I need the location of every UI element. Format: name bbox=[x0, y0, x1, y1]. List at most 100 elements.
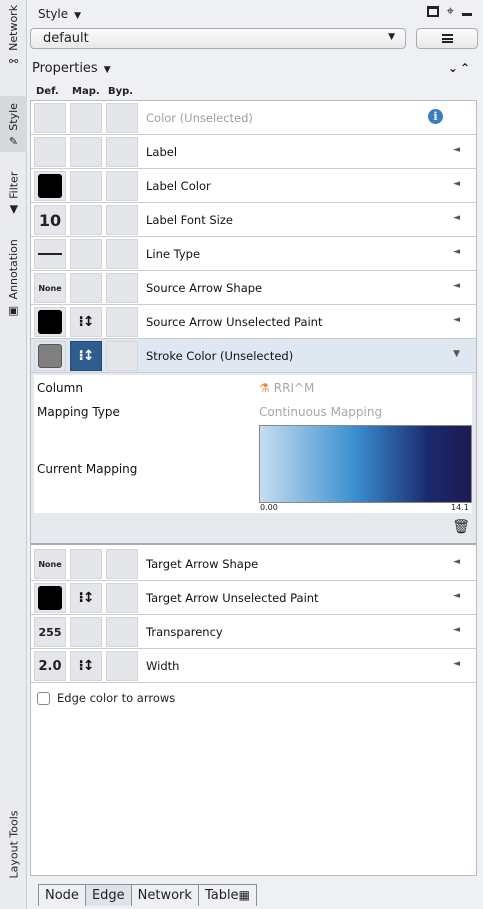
bypass-cell[interactable] bbox=[106, 239, 138, 269]
mapping-cell[interactable] bbox=[70, 239, 102, 269]
mapping-cell[interactable] bbox=[70, 137, 102, 167]
mapping-icon: ⁝↕ bbox=[78, 348, 94, 364]
bypass-cell[interactable] bbox=[106, 583, 138, 613]
expand-arrow-icon[interactable]: ◄ bbox=[453, 557, 460, 567]
bypass-cell[interactable] bbox=[106, 137, 138, 167]
default-cell[interactable]: None bbox=[34, 273, 66, 303]
tab-table[interactable]: Table▦ bbox=[197, 884, 257, 906]
mapping-cell[interactable] bbox=[70, 205, 102, 235]
bypass-cell[interactable] bbox=[106, 307, 138, 337]
expand-all-icon[interactable]: ⌃ bbox=[460, 61, 472, 75]
mapping-cell[interactable]: ⁝↕ bbox=[70, 651, 102, 681]
expand-arrow-icon[interactable]: ◄ bbox=[453, 145, 460, 155]
expand-arrow-icon[interactable]: ◄ bbox=[453, 315, 460, 325]
tab-filter[interactable]: ▼ Filter bbox=[0, 166, 27, 218]
default-cell[interactable]: 10 bbox=[34, 205, 66, 235]
bypass-cell[interactable] bbox=[106, 103, 138, 133]
expand-arrow-icon[interactable]: ◄ bbox=[453, 213, 460, 223]
property-row[interactable]: Line Type ◄ bbox=[31, 237, 476, 271]
default-cell[interactable]: 2.0 bbox=[34, 651, 66, 681]
expand-arrow-icon[interactable]: ◄ bbox=[453, 247, 460, 257]
property-row[interactable]: Label ◄ bbox=[31, 135, 476, 169]
panel-header: Style ▼ ⌖ bbox=[30, 4, 478, 26]
mapping-cell[interactable] bbox=[70, 617, 102, 647]
current-mapping-key: Current Mapping bbox=[37, 462, 138, 476]
mapping-cell[interactable] bbox=[70, 273, 102, 303]
property-label: Color (Unselected) bbox=[146, 111, 253, 125]
pin-icon[interactable]: ⌖ bbox=[447, 5, 454, 18]
default-cell[interactable] bbox=[34, 171, 66, 201]
property-row[interactable]: None Source Arrow Shape ◄ bbox=[31, 271, 476, 305]
mapping-cell[interactable]: ⁝↕ bbox=[70, 341, 102, 371]
style-select[interactable]: default ▼ bbox=[30, 28, 406, 49]
info-icon[interactable]: i bbox=[428, 109, 443, 124]
mapping-icon: ⁝↕ bbox=[78, 314, 94, 330]
tab-edge[interactable]: Edge bbox=[84, 884, 132, 906]
default-cell[interactable] bbox=[34, 239, 66, 269]
tab-annotation[interactable]: ▣ Annotation bbox=[0, 234, 27, 320]
default-cell[interactable] bbox=[34, 341, 66, 371]
default-cell[interactable] bbox=[34, 583, 66, 613]
bypass-cell[interactable] bbox=[106, 205, 138, 235]
bypass-cell[interactable] bbox=[106, 273, 138, 303]
default-cell[interactable] bbox=[34, 307, 66, 337]
mapping-cell[interactable]: ⁝↕ bbox=[70, 307, 102, 337]
tab-network[interactable]: Network bbox=[130, 884, 199, 906]
chevron-down-icon: ▼ bbox=[103, 65, 111, 75]
property-row[interactable]: 10 Label Font Size ◄ bbox=[31, 203, 476, 237]
bypass-cell[interactable] bbox=[106, 549, 138, 579]
expand-arrow-icon[interactable]: ◄ bbox=[453, 179, 460, 189]
gradient-min-label: 0.00 bbox=[260, 503, 278, 512]
expand-arrow-icon[interactable]: ◄ bbox=[453, 659, 460, 669]
property-row-expanded[interactable]: ⁝↕ Stroke Color (Unselected) ▼ bbox=[31, 339, 476, 373]
property-row[interactable]: ⁝↕ Source Arrow Unselected Paint ◄ bbox=[31, 305, 476, 339]
collapse-all-icon[interactable]: ⌄ bbox=[448, 61, 460, 75]
tab-network[interactable]: ⚯ Network bbox=[0, 4, 27, 68]
property-label: Source Arrow Unselected Paint bbox=[146, 315, 323, 329]
properties-panel: Color (Unselected) i Label ◄ Label Color… bbox=[30, 100, 477, 876]
float-window-icon[interactable] bbox=[426, 6, 439, 17]
bypass-cell[interactable] bbox=[106, 651, 138, 681]
trash-icon[interactable]: 🗑 bbox=[452, 519, 470, 535]
property-row[interactable]: None Target Arrow Shape ◄ bbox=[31, 547, 476, 581]
options-menu-button[interactable] bbox=[416, 28, 478, 49]
mapping-cell[interactable] bbox=[70, 103, 102, 133]
expand-arrow-icon[interactable]: ◄ bbox=[453, 591, 460, 601]
minimize-icon[interactable] bbox=[462, 13, 472, 16]
tab-style[interactable]: ✎ Style bbox=[0, 96, 27, 152]
color-swatch bbox=[38, 310, 62, 334]
default-cell[interactable] bbox=[34, 137, 66, 167]
mapping-cell[interactable] bbox=[70, 549, 102, 579]
property-row[interactable]: Label Color ◄ bbox=[31, 169, 476, 203]
expand-arrow-icon[interactable]: ◄ bbox=[453, 281, 460, 291]
column-headers: Def. Map. Byp. bbox=[36, 86, 133, 97]
bypass-cell[interactable] bbox=[106, 171, 138, 201]
network-icon: ⚯ bbox=[8, 54, 19, 68]
column-selector[interactable]: ⚗ RRI^M bbox=[259, 381, 314, 395]
mapping-cell[interactable] bbox=[70, 171, 102, 201]
property-row[interactable]: 2.0 ⁝↕ Width ◄ bbox=[31, 649, 476, 683]
mapping-editor: Column ⚗ RRI^M Mapping Type Continuous Ma… bbox=[31, 373, 476, 545]
gradient-max-label: 14.1 bbox=[451, 503, 469, 512]
default-cell[interactable]: None bbox=[34, 549, 66, 579]
bypass-cell[interactable] bbox=[106, 617, 138, 647]
expand-arrow-icon[interactable]: ◄ bbox=[453, 625, 460, 635]
mapping-details: Column ⚗ RRI^M Mapping Type Continuous Ma… bbox=[34, 375, 472, 513]
panel-title[interactable]: Style ▼ bbox=[38, 7, 81, 21]
bypass-cell[interactable] bbox=[106, 341, 138, 371]
property-row[interactable]: 255 Transparency ◄ bbox=[31, 615, 476, 649]
tab-layout-tools[interactable]: Layout Tools bbox=[0, 804, 27, 884]
continuous-mapping-gradient[interactable] bbox=[259, 425, 472, 503]
mapping-cell[interactable]: ⁝↕ bbox=[70, 583, 102, 613]
properties-dropdown[interactable]: Properties ▼ bbox=[32, 61, 111, 76]
default-cell[interactable]: 255 bbox=[34, 617, 66, 647]
column-key: Column bbox=[37, 381, 83, 395]
mapping-type-selector[interactable]: Continuous Mapping bbox=[259, 405, 382, 419]
color-swatch bbox=[38, 344, 62, 368]
collapse-arrow-icon[interactable]: ▼ bbox=[453, 349, 460, 359]
default-cell[interactable] bbox=[34, 103, 66, 133]
tab-node[interactable]: Node bbox=[38, 884, 86, 906]
property-row[interactable]: ⁝↕ Target Arrow Unselected Paint ◄ bbox=[31, 581, 476, 615]
edge-color-to-arrows-checkbox[interactable] bbox=[37, 691, 50, 705]
property-row[interactable]: Color (Unselected) i bbox=[31, 101, 476, 135]
